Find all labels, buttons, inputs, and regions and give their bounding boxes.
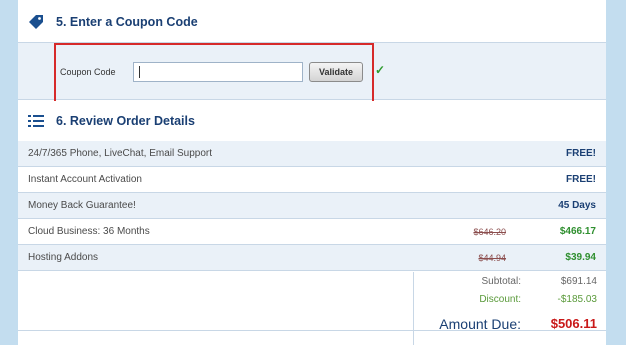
order-row: Cloud Business: 36 Months $646.20 $466.1… — [18, 219, 606, 245]
order-item-old-price: $646.20 — [473, 226, 506, 237]
order-item-old-price: $44.94 — [478, 252, 506, 263]
order-item-name: 24/7/365 Phone, LiveChat, Email Support — [28, 148, 213, 159]
discount-label: Discount: — [479, 294, 521, 305]
order-item-name: Hosting Addons — [28, 252, 99, 263]
left-sidebar-strip — [0, 0, 18, 345]
list-icon — [28, 113, 44, 129]
order-row: Money Back Guarantee! 45 Days — [18, 193, 606, 219]
checkout-panel: 5. Enter a Coupon Code Coupon Code Valid… — [18, 0, 606, 345]
order-section-title: 6. Review Order Details — [56, 114, 195, 128]
coupon-section-title: 5. Enter a Coupon Code — [56, 15, 198, 29]
coupon-section-header: 5. Enter a Coupon Code — [18, 2, 606, 42]
coupon-code-input[interactable] — [133, 62, 303, 82]
order-row: Instant Account Activation FREE! — [18, 167, 606, 193]
order-item-name: Money Back Guarantee! — [28, 200, 136, 211]
subtotal-value: $691.14 — [560, 276, 597, 287]
order-item-name: Instant Account Activation — [28, 174, 142, 185]
subtotal-label: Subtotal: — [481, 276, 521, 287]
validate-button[interactable]: Validate — [309, 62, 363, 82]
amount-due-value: $506.11 — [550, 316, 597, 331]
order-item-price: 45 Days — [558, 200, 596, 211]
discount-value: -$185.03 — [557, 294, 597, 305]
bottom-divider — [18, 330, 606, 331]
order-totals: Subtotal: $691.14 Discount: -$185.03 Amo… — [413, 272, 606, 345]
right-sidebar-strip — [606, 0, 626, 345]
order-details-table: 24/7/365 Phone, LiveChat, Email Support … — [18, 141, 606, 271]
order-item-price: FREE! — [566, 148, 596, 159]
order-item-price: $466.17 — [559, 226, 596, 237]
order-item-price: FREE! — [566, 174, 596, 185]
coupon-form-area: Coupon Code Validate ✓ — [18, 42, 606, 103]
order-item-name: Cloud Business: 36 Months — [28, 226, 150, 237]
order-section-header: 6. Review Order Details — [18, 101, 606, 141]
text-cursor — [139, 66, 140, 78]
check-icon: ✓ — [375, 63, 386, 77]
order-item-price: $39.94 — [565, 252, 596, 263]
order-row: Hosting Addons $44.94 $39.94 — [18, 245, 606, 271]
order-row: 24/7/365 Phone, LiveChat, Email Support … — [18, 141, 606, 167]
tag-icon — [28, 14, 44, 30]
coupon-code-label: Coupon Code — [60, 67, 116, 77]
